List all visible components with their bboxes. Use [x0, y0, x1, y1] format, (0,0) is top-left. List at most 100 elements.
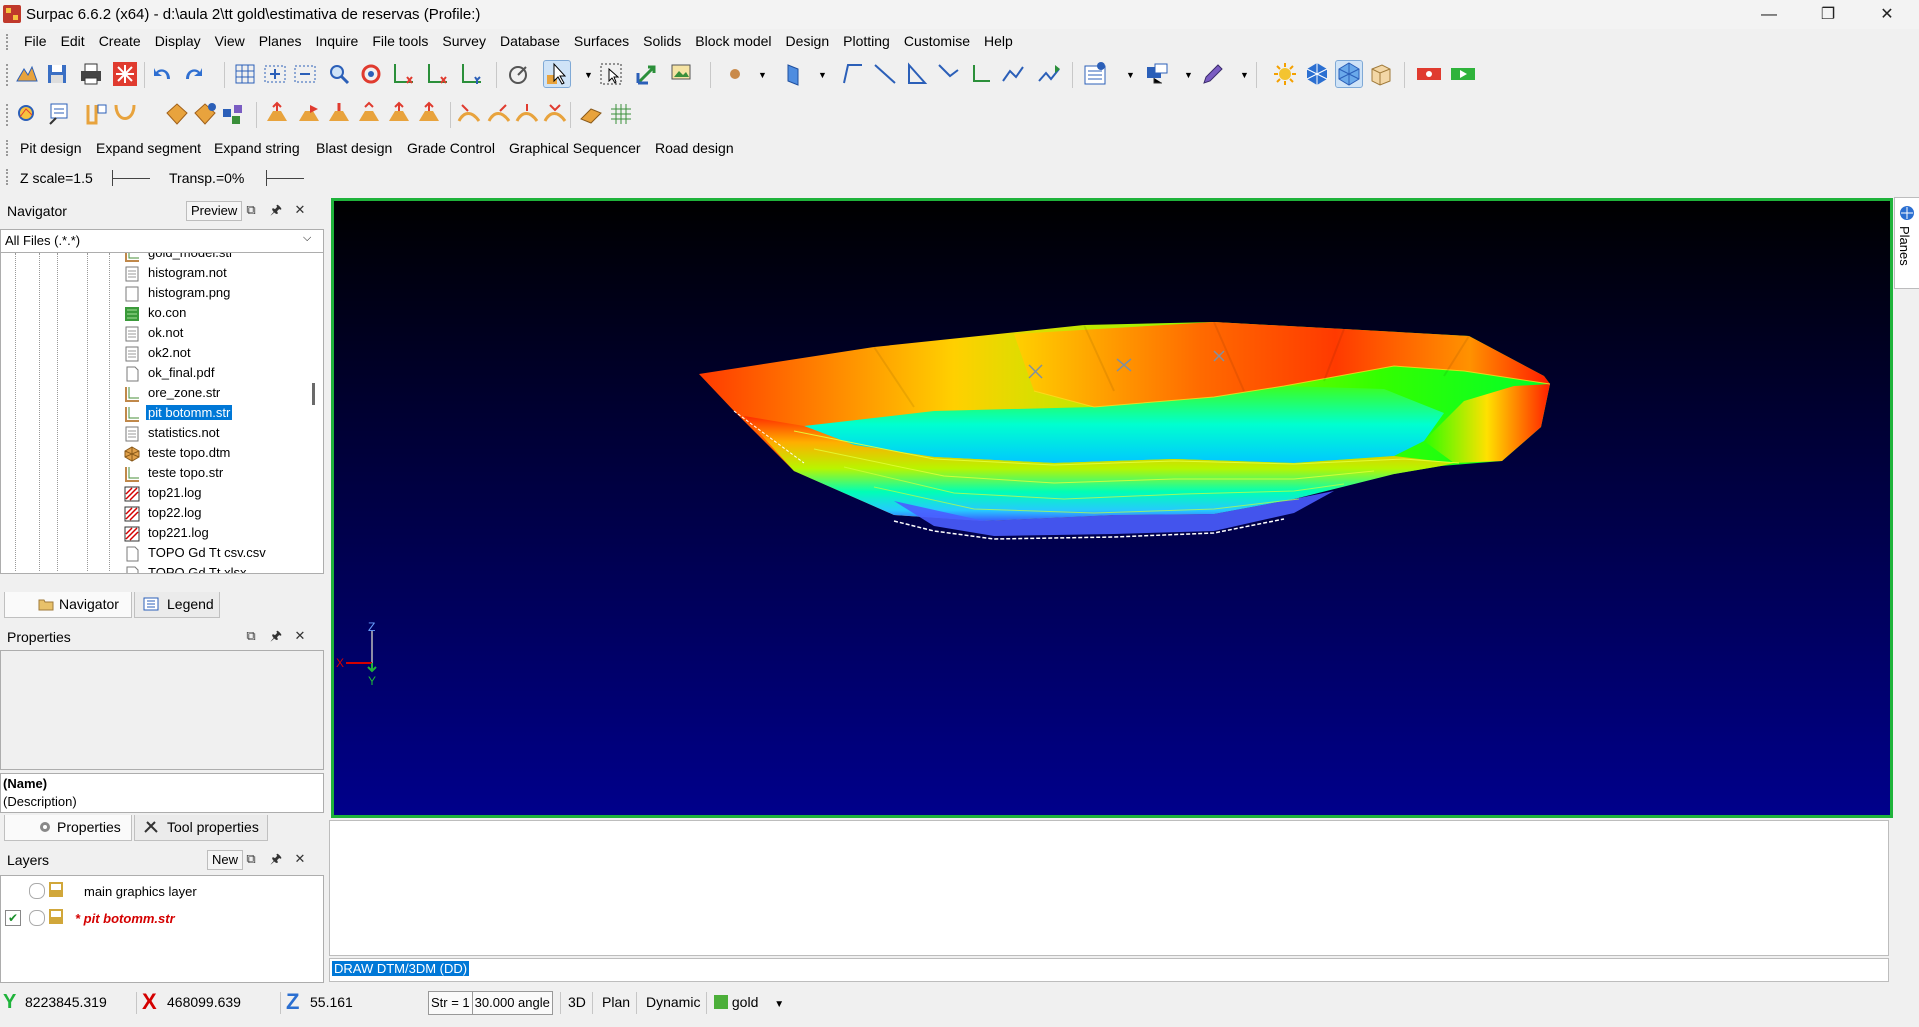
- tab-legend[interactable]: Legend: [134, 592, 220, 618]
- file-tree-item[interactable]: pit botomm.str: [124, 403, 314, 423]
- record-macro-icon[interactable]: [1416, 61, 1442, 87]
- menu-design[interactable]: Design: [779, 30, 837, 54]
- wireframe-icon[interactable]: [1304, 61, 1330, 87]
- pit-expand-icon[interactable]: [264, 101, 290, 127]
- file-tree-item[interactable]: teste topo.dtm: [124, 443, 314, 463]
- transparency-slider-knob[interactable]: [266, 170, 267, 186]
- minimize-button[interactable]: —: [1746, 0, 1792, 29]
- road-ramp-icon[interactable]: [542, 101, 568, 127]
- play-macro-icon[interactable]: [1450, 61, 1476, 87]
- reset-graphics-icon[interactable]: [112, 61, 138, 87]
- solid-cubes-icon[interactable]: [220, 101, 246, 127]
- draw-pen-icon[interactable]: [1200, 61, 1226, 87]
- light-sun-icon[interactable]: [1272, 61, 1298, 87]
- pit-bench-icon[interactable]: [326, 101, 352, 127]
- file-tree-item[interactable]: ok_final.pdf: [124, 363, 314, 383]
- solid-tri-add-icon[interactable]: [192, 101, 218, 127]
- rotate-icon[interactable]: [358, 61, 384, 87]
- inquire-point-icon[interactable]: [46, 101, 72, 127]
- z-scale-slider-knob[interactable]: [112, 170, 113, 186]
- file-tree-item[interactable]: TOPO Gd Tt.xlsx: [124, 563, 314, 573]
- menu-planes[interactable]: Planes: [252, 30, 309, 54]
- float-panel-icon[interactable]: ⧉: [243, 851, 259, 867]
- pin-panel-icon[interactable]: 🖈: [268, 851, 284, 867]
- redo-icon[interactable]: [180, 61, 206, 87]
- shaded-surface-icon[interactable]: [1335, 60, 1363, 88]
- pen-dropdown-arrow-icon[interactable]: ▼: [1240, 70, 1249, 80]
- new-layer-button[interactable]: New: [207, 850, 244, 870]
- view-plan-button[interactable]: Plan: [602, 988, 630, 1016]
- open-file-icon[interactable]: [14, 61, 40, 87]
- axis-x-icon[interactable]: [424, 61, 450, 87]
- grid-mesh-icon[interactable]: [608, 101, 634, 127]
- break-segment-icon[interactable]: [1000, 61, 1026, 87]
- close-panel-icon[interactable]: ✕: [292, 628, 308, 644]
- add-point-icon[interactable]: [1036, 61, 1062, 87]
- file-tree-item[interactable]: teste topo.str: [124, 463, 314, 483]
- new-segment-icon[interactable]: [872, 61, 898, 87]
- float-panel-icon[interactable]: ⧉: [243, 628, 259, 644]
- tab-navigator[interactable]: Navigator: [4, 592, 132, 618]
- axis-z-icon[interactable]: [390, 61, 416, 87]
- angle-value[interactable]: 30.000 angle: [471, 992, 552, 1014]
- expand-segment-button[interactable]: Expand segment: [96, 140, 201, 156]
- solid-block-icon[interactable]: [1368, 61, 1394, 87]
- active-layer-selector[interactable]: gold ▼: [714, 988, 784, 1016]
- road-left-icon[interactable]: [456, 101, 482, 127]
- transparency-slider[interactable]: [266, 170, 304, 186]
- section-plane-icon[interactable]: [780, 61, 806, 87]
- select-point-icon[interactable]: [506, 61, 532, 87]
- layer-row[interactable]: main graphics layer: [1, 880, 321, 902]
- digitise-string-icon[interactable]: [840, 61, 866, 87]
- command-line-input[interactable]: DRAW DTM/3DM (DD): [329, 958, 1889, 982]
- blast-design-button[interactable]: Blast design: [316, 140, 392, 156]
- axis-y-icon[interactable]: [458, 61, 484, 87]
- z-scale-slider[interactable]: [112, 170, 150, 186]
- box-select-icon[interactable]: [598, 61, 624, 87]
- undo-icon[interactable]: [150, 61, 176, 87]
- file-tree-item[interactable]: ok2.not: [124, 343, 314, 363]
- file-tree-item[interactable]: histogram.png: [124, 283, 314, 303]
- pit-berm-icon[interactable]: [356, 101, 382, 127]
- pit-crest-icon[interactable]: [386, 101, 412, 127]
- lock-icon[interactable]: [49, 882, 63, 897]
- surface-cut-icon[interactable]: [578, 101, 604, 127]
- view-dynamic-button[interactable]: Dynamic: [646, 988, 700, 1016]
- road-design-button[interactable]: Road design: [655, 140, 734, 156]
- file-filter-select[interactable]: All Files (.*.*) ⌵: [0, 229, 324, 253]
- file-tree-item[interactable]: top221.log: [124, 523, 314, 543]
- planes-side-tab[interactable]: Planes: [1894, 197, 1919, 289]
- menu-inquire[interactable]: Inquire: [309, 30, 366, 54]
- string-selector[interactable]: Str = 1 30.000 angle: [428, 991, 553, 1015]
- file-tree-item[interactable]: ok.not: [124, 323, 314, 343]
- display-dropdown-arrow-icon[interactable]: ▼: [1184, 70, 1193, 80]
- pit-ramp-icon[interactable]: [296, 101, 322, 127]
- menu-display[interactable]: Display: [148, 30, 208, 54]
- expand-string-button[interactable]: Expand string: [214, 140, 300, 156]
- file-tree-item[interactable]: histogram.not: [124, 263, 314, 283]
- properties-dropdown-arrow-icon[interactable]: ▼: [1126, 70, 1135, 80]
- network-display-icon[interactable]: [1144, 61, 1170, 87]
- road-right-icon[interactable]: [486, 101, 512, 127]
- close-panel-icon[interactable]: ✕: [292, 202, 308, 218]
- menu-database[interactable]: Database: [493, 30, 567, 54]
- menu-block-model[interactable]: Block model: [688, 30, 778, 54]
- zoom-window-icon[interactable]: [326, 61, 352, 87]
- vertical-scrollbar-thumb[interactable]: [312, 383, 315, 405]
- view-3d-button[interactable]: 3D: [568, 988, 586, 1016]
- tab-tool-properties[interactable]: Tool properties: [134, 815, 268, 841]
- zoom-grid-icon[interactable]: [232, 61, 258, 87]
- file-tree-item[interactable]: top22.log: [124, 503, 314, 523]
- pit-design-button[interactable]: Pit design: [20, 140, 81, 156]
- pit-toe-icon[interactable]: [416, 101, 442, 127]
- eye-icon[interactable]: [29, 910, 45, 926]
- menu-plotting[interactable]: Plotting: [836, 30, 897, 54]
- search-layer-icon[interactable]: [14, 101, 40, 127]
- menu-file[interactable]: File: [17, 30, 54, 54]
- layer-dropdown-arrow-icon[interactable]: ▼: [774, 999, 784, 1010]
- join-segments-icon[interactable]: [968, 61, 994, 87]
- file-tree-item[interactable]: top21.log: [124, 483, 314, 503]
- print-icon[interactable]: [78, 61, 104, 87]
- pin-panel-icon[interactable]: 🖈: [268, 628, 284, 644]
- zoom-in-icon[interactable]: [262, 61, 288, 87]
